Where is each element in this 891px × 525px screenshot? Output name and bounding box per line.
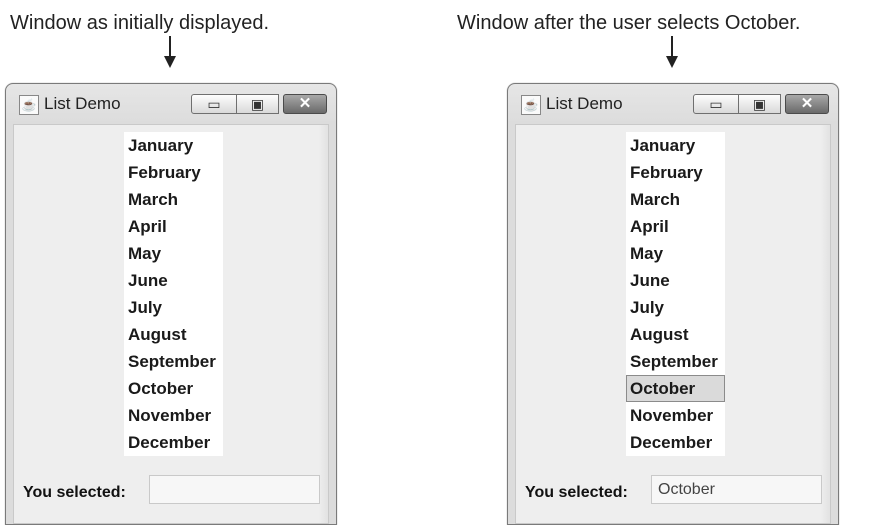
selected-month-field[interactable]: October <box>651 475 822 504</box>
list-item-february[interactable]: February <box>626 159 725 186</box>
java-cup-icon: ☕ <box>521 95 541 115</box>
close-icon: ✕ <box>800 95 814 112</box>
minimize-icon: ▭ <box>207 96 221 112</box>
list-item-november[interactable]: November <box>626 402 725 429</box>
list-item-october[interactable]: October <box>124 375 223 402</box>
window-edge <box>318 125 328 523</box>
minimize-button[interactable]: ▭ <box>191 94 237 114</box>
list-item-may[interactable]: May <box>124 240 223 267</box>
minimize-icon: ▭ <box>709 96 723 112</box>
title-bar[interactable]: ☕ List Demo ▭ ▣ ✕ <box>6 84 336 124</box>
maximize-button[interactable]: ▣ <box>739 94 781 114</box>
content-pane: January February March April May June Ju… <box>515 124 831 524</box>
window-edge <box>820 125 830 523</box>
minimize-button[interactable]: ▭ <box>693 94 739 114</box>
list-item-may[interactable]: May <box>626 240 725 267</box>
list-item-june[interactable]: June <box>124 267 223 294</box>
maximize-icon: ▣ <box>752 96 767 112</box>
list-item-december[interactable]: December <box>626 429 725 456</box>
list-item-september[interactable]: September <box>626 348 725 375</box>
selected-month-field[interactable] <box>149 475 320 504</box>
list-item-november[interactable]: November <box>124 402 223 429</box>
arrow-down-icon <box>666 36 678 68</box>
close-button[interactable]: ✕ <box>785 94 829 114</box>
you-selected-label: You selected: <box>23 484 126 501</box>
list-item-june[interactable]: June <box>626 267 725 294</box>
list-item-august[interactable]: August <box>124 321 223 348</box>
window-title: List Demo <box>44 94 121 113</box>
list-item-september[interactable]: September <box>124 348 223 375</box>
title-bar[interactable]: ☕ List Demo ▭ ▣ ✕ <box>508 84 838 124</box>
list-item-january[interactable]: January <box>124 132 223 159</box>
list-item-february[interactable]: February <box>124 159 223 186</box>
list-demo-window-after: ☕ List Demo ▭ ▣ ✕ January February March… <box>507 83 839 525</box>
caption-initial: Window as initially displayed. <box>10 12 270 34</box>
list-item-december[interactable]: December <box>124 429 223 456</box>
close-icon: ✕ <box>298 95 312 112</box>
close-button[interactable]: ✕ <box>283 94 327 114</box>
list-item-april[interactable]: April <box>124 213 223 240</box>
list-item-august[interactable]: August <box>626 321 725 348</box>
list-item-october-selected[interactable]: October <box>626 375 725 402</box>
you-selected-label: You selected: <box>525 484 628 501</box>
caption-after: Window after the user selects October. <box>457 12 801 34</box>
content-pane: January February March April May June Ju… <box>13 124 329 524</box>
list-item-july[interactable]: July <box>626 294 725 321</box>
maximize-icon: ▣ <box>250 96 265 112</box>
month-list[interactable]: January February March April May June Ju… <box>124 132 223 456</box>
list-item-july[interactable]: July <box>124 294 223 321</box>
list-item-march[interactable]: March <box>124 186 223 213</box>
list-item-march[interactable]: March <box>626 186 725 213</box>
arrow-down-icon <box>164 36 176 68</box>
month-list[interactable]: January February March April May June Ju… <box>626 132 725 456</box>
maximize-button[interactable]: ▣ <box>237 94 279 114</box>
java-cup-icon: ☕ <box>19 95 39 115</box>
window-title: List Demo <box>546 94 623 113</box>
list-item-january[interactable]: January <box>626 132 725 159</box>
list-demo-window-initial: ☕ List Demo ▭ ▣ ✕ January February March… <box>5 83 337 525</box>
list-item-april[interactable]: April <box>626 213 725 240</box>
